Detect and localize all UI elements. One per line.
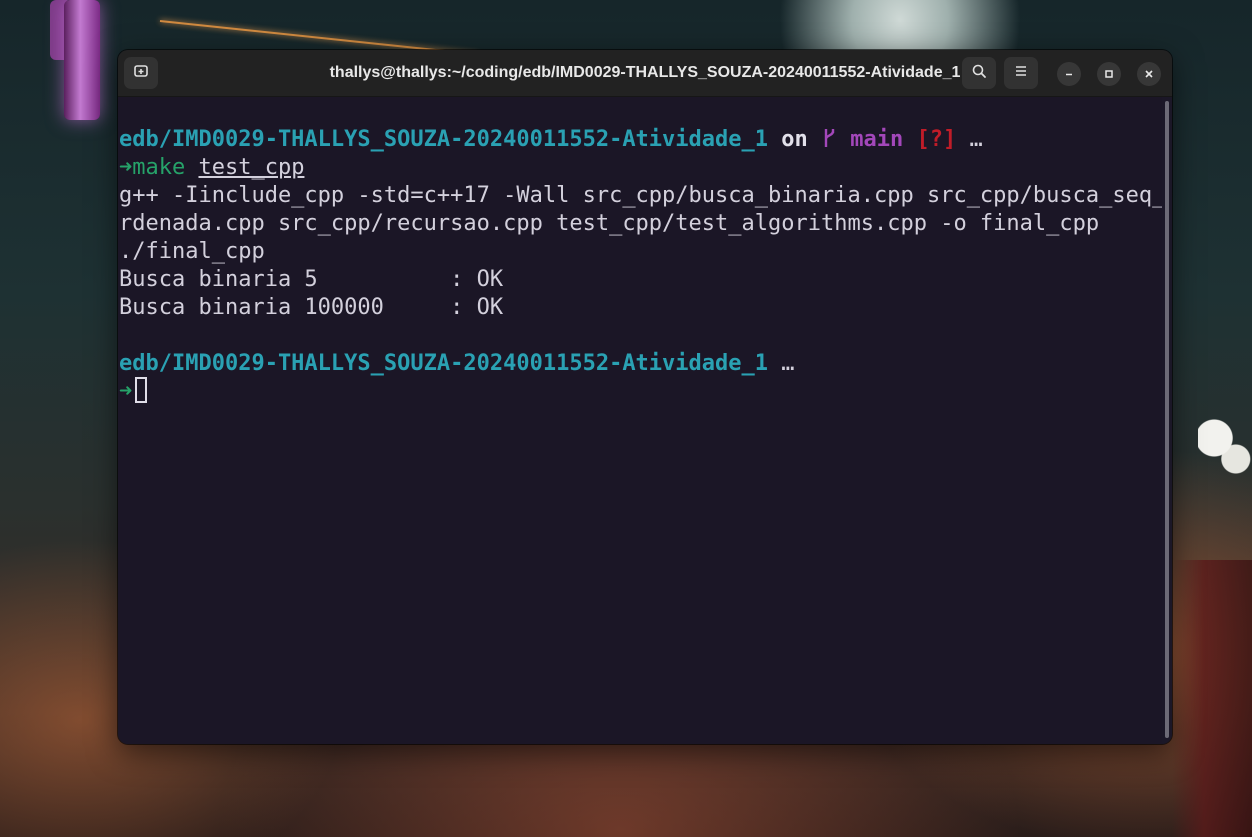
prompt-on: on [781,127,808,152]
new-tab-button[interactable] [124,57,158,89]
maximize-button[interactable] [1097,62,1121,86]
output-line: ./final_cpp [119,239,265,264]
wallpaper-lantern-glow [64,0,100,120]
git-branch-name: main [850,127,904,152]
maximize-icon [1103,65,1115,84]
prompt-arrow-icon: ➜ [119,379,133,404]
terminal-output[interactable]: edb/IMD0029-THALLYS_SOUZA-20240011552-At… [118,97,1172,744]
title-bar[interactable]: thallys@thallys:~/coding/edb/IMD0029-THA… [118,50,1172,97]
scrollbar[interactable] [1162,97,1172,744]
output-line: Busca binaria 100000 : OK [119,295,504,320]
scrollbar-thumb[interactable] [1165,101,1169,738]
command-name: make [132,155,186,180]
command-line: ➜make test_cpp [119,154,304,182]
search-icon [971,63,987,83]
close-button[interactable] [1137,62,1161,86]
prompt-arrow-icon: ➜ [119,155,133,180]
hamburger-menu-icon [1013,63,1029,83]
prompt-line: edb/IMD0029-THALLYS_SOUZA-20240011552-At… [119,126,983,154]
wallpaper-railing [1172,560,1252,837]
search-button[interactable] [962,57,996,89]
output-line: g++ -Iinclude_cpp -std=c++17 -Wall src_c… [119,183,1172,208]
command-argument: test_cpp [198,155,305,180]
minimize-button[interactable] [1057,62,1081,86]
wallpaper-flower [1198,410,1252,480]
git-status: [?] [916,127,957,152]
prompt-line: edb/IMD0029-THALLYS_SOUZA-20240011552-At… [119,350,795,378]
output-line: rdenada.cpp src_cpp/recursao.cpp test_cp… [119,211,1100,236]
prompt-ellipsis: … [781,351,795,376]
menu-button[interactable] [1004,57,1038,89]
git-branch-icon [821,127,837,152]
output-line: Busca binaria 5 : OK [119,267,504,292]
prompt-ellipsis: … [969,127,983,152]
prompt-path: edb/IMD0029-THALLYS_SOUZA-20240011552-At… [119,127,769,152]
prompt-path: edb/IMD0029-THALLYS_SOUZA-20240011552-At… [119,351,769,376]
close-icon [1143,65,1155,84]
new-tab-icon [133,63,149,83]
terminal-window[interactable]: thallys@thallys:~/coding/edb/IMD0029-THA… [118,50,1172,744]
text-cursor [135,377,148,403]
minimize-icon [1063,65,1075,84]
input-line[interactable]: ➜ [119,377,148,406]
